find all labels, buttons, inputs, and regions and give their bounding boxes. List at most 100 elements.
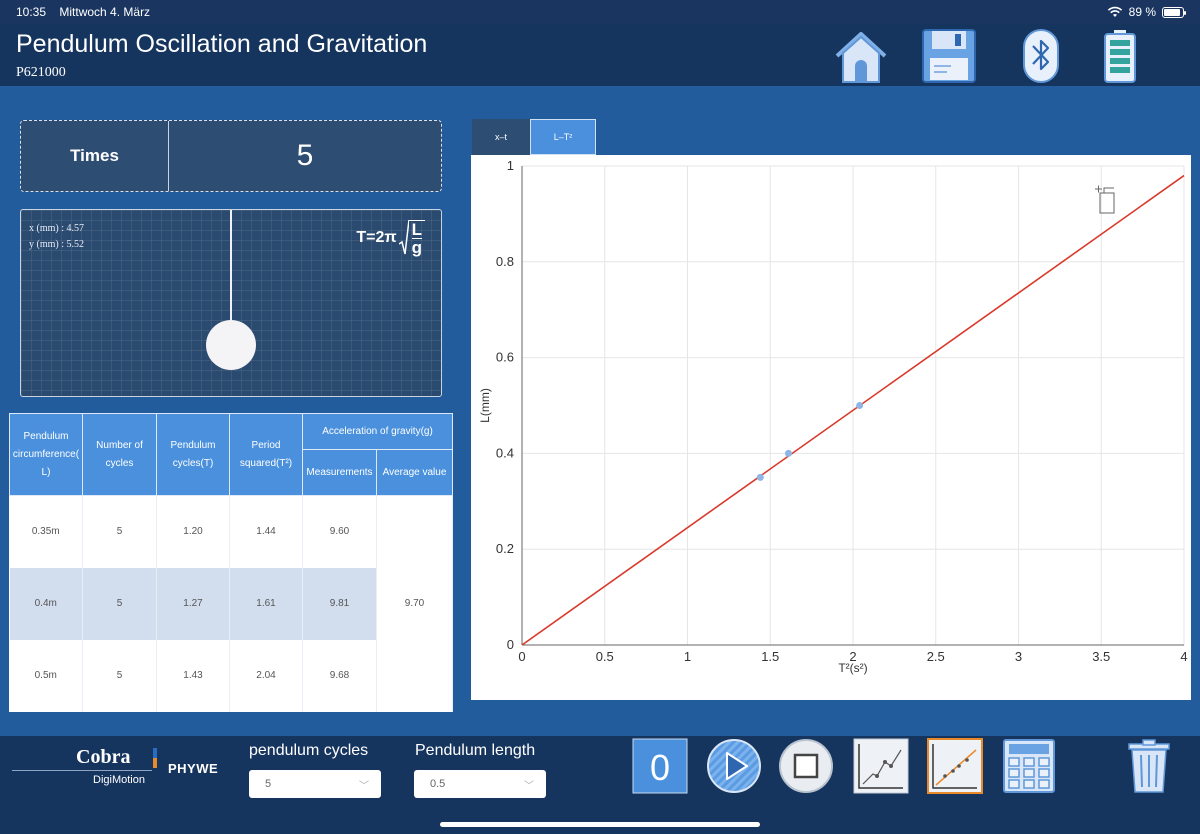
cell-length: 0.4m	[9, 567, 83, 640]
bluetooth-icon	[1023, 29, 1059, 83]
chevron-down-icon: ﹀	[359, 780, 369, 792]
counter-icon: 0	[632, 738, 688, 794]
cell-period-squared: 1.61	[229, 567, 303, 640]
data-point[interactable]	[856, 402, 864, 409]
cycles-select[interactable]: 5 ﹀	[249, 770, 381, 798]
cell-length: 0.5m	[9, 639, 83, 712]
graph-xt-icon	[853, 738, 909, 794]
measurement-table: Pendulum circumference( L) Number of cyc…	[9, 413, 454, 712]
cycles-label: pendulum cycles	[249, 742, 369, 759]
length-select[interactable]: 0.5 ﹀	[414, 770, 546, 798]
data-point[interactable]	[756, 473, 764, 481]
chevron-down-icon: ﹀	[524, 780, 534, 792]
status-date: Mittwoch 4. März	[59, 5, 151, 19]
battery-icon	[1104, 30, 1136, 83]
cell-length: 0.35m	[9, 495, 83, 568]
stop-icon	[779, 739, 833, 793]
x-tick-label: 4	[1180, 649, 1187, 664]
x-tick-label: 0	[518, 649, 525, 664]
cell-average: 9.70	[376, 495, 454, 712]
cell-period-squared: 1.44	[229, 495, 303, 568]
home-indicator[interactable]	[440, 822, 760, 827]
cell-period: 1.27	[156, 567, 230, 640]
header-period: Pendulum cycles(T)	[156, 413, 230, 496]
pendulum-rod	[230, 210, 232, 322]
stop-button[interactable]	[778, 738, 834, 794]
cell-cycles: 5	[82, 567, 157, 640]
sqrt-icon	[398, 220, 409, 255]
header-average: Average value	[375, 449, 454, 496]
y-tick-label: 0.2	[496, 541, 514, 556]
y-tick-label: 0.8	[496, 254, 514, 269]
times-display: Times 5	[20, 120, 442, 192]
length-label: Pendulum length	[415, 742, 536, 759]
x-tick-label: 2.5	[927, 649, 945, 664]
cell-measurement: 9.81	[302, 567, 377, 640]
wifi-icon	[1107, 6, 1122, 17]
x-tick-label: 0.5	[596, 649, 614, 664]
home-button[interactable]	[833, 28, 889, 84]
cell-cycles: 5	[82, 495, 157, 568]
status-bar: 10:35 Mittwoch 4. März 89 %	[0, 0, 1200, 24]
brand-name: Cobra	[76, 746, 131, 768]
graph-xt-button[interactable]	[853, 738, 909, 794]
brand-maker: PHYWE	[168, 761, 219, 776]
y-tick-label: 0	[507, 637, 514, 652]
trash-icon	[1128, 739, 1170, 793]
chart-tabs: x–t L–T²	[472, 119, 596, 155]
period-formula: T=2π L g	[356, 220, 425, 256]
y-tick-label: 0.6	[496, 350, 514, 365]
chart-panel: 0 0.5 1 1.5 2 2.5 3 3.5 4 0 0.2 0.4 0.6 0.8 1 T²(s²) L(m…	[471, 155, 1191, 700]
x-tick-label: 3	[1015, 649, 1022, 664]
save-icon	[922, 29, 976, 83]
reset-counter-button[interactable]: 0	[632, 738, 688, 794]
cell-period: 1.20	[156, 495, 230, 568]
graph-lt-icon	[927, 738, 983, 794]
tab-x-t[interactable]: x–t	[472, 119, 530, 155]
times-label: Times	[21, 121, 169, 191]
delete-button[interactable]	[1121, 738, 1177, 794]
l-t2-chart: 0 0.5 1 1.5 2 2.5 3 3.5 400.20.40.60.81T²(s²)L(m…	[478, 158, 1188, 675]
pendulum-visualization: x (mm) : 4.57 y (mm) : 5.52 T=2π L g	[20, 209, 442, 397]
header-cycles: Number of cycles	[82, 413, 157, 496]
save-button[interactable]	[921, 28, 977, 84]
formula-numerator: L	[411, 220, 422, 239]
header-gravity: Acceleration of gravity(g)	[301, 413, 454, 450]
cycles-value: 5	[265, 778, 272, 790]
control-bar: Cobra PHYWE DigiMotion pendulum cycles 5…	[0, 736, 1200, 834]
data-point[interactable]	[784, 449, 792, 457]
header-period-squared: Period squared(T²)	[229, 413, 303, 496]
header-length: Pendulum circumference( L)	[9, 413, 83, 496]
page-title: Pendulum Oscillation and Gravitation	[16, 30, 428, 58]
y-tick-label: 1	[507, 158, 514, 173]
cell-cycles: 5	[82, 639, 157, 712]
x-readout: x (mm) : 4.57	[29, 223, 84, 234]
y-readout: y (mm) : 5.52	[29, 239, 84, 250]
y-axis-label: L(mm)	[478, 388, 492, 423]
x-tick-label: 1	[684, 649, 691, 664]
x-tick-label: 3.5	[1092, 649, 1110, 664]
times-value: 5	[296, 139, 314, 172]
home-icon	[835, 32, 887, 83]
graph-lt-button[interactable]	[927, 738, 983, 794]
cell-period-squared: 2.04	[229, 639, 303, 712]
calculator-icon	[1003, 739, 1055, 793]
play-icon	[707, 739, 761, 793]
cell-period: 1.43	[156, 639, 230, 712]
cell-measurement: 9.68	[302, 639, 377, 712]
bluetooth-button[interactable]	[1013, 28, 1069, 84]
x-tick-label: 1.5	[761, 649, 779, 664]
export-icon[interactable]	[1095, 185, 1115, 214]
y-tick-label: 0.4	[496, 445, 514, 460]
calculator-button[interactable]	[1001, 738, 1057, 794]
battery-button[interactable]	[1092, 28, 1148, 84]
formula-denominator: g	[411, 238, 422, 257]
table-row[interactable]: 0.35m 5 1.20 1.44 9.60 9.70	[9, 495, 454, 712]
pendulum-bob[interactable]	[206, 320, 256, 370]
x-axis-label: T²(s²)	[838, 661, 867, 675]
formula-prefix: T=2π	[356, 229, 397, 246]
play-button[interactable]	[706, 738, 762, 794]
counter-value: 0	[650, 747, 670, 788]
tab-l-t2[interactable]: L–T²	[530, 119, 596, 155]
app-header: Pendulum Oscillation and Gravitation P62…	[0, 24, 1200, 86]
